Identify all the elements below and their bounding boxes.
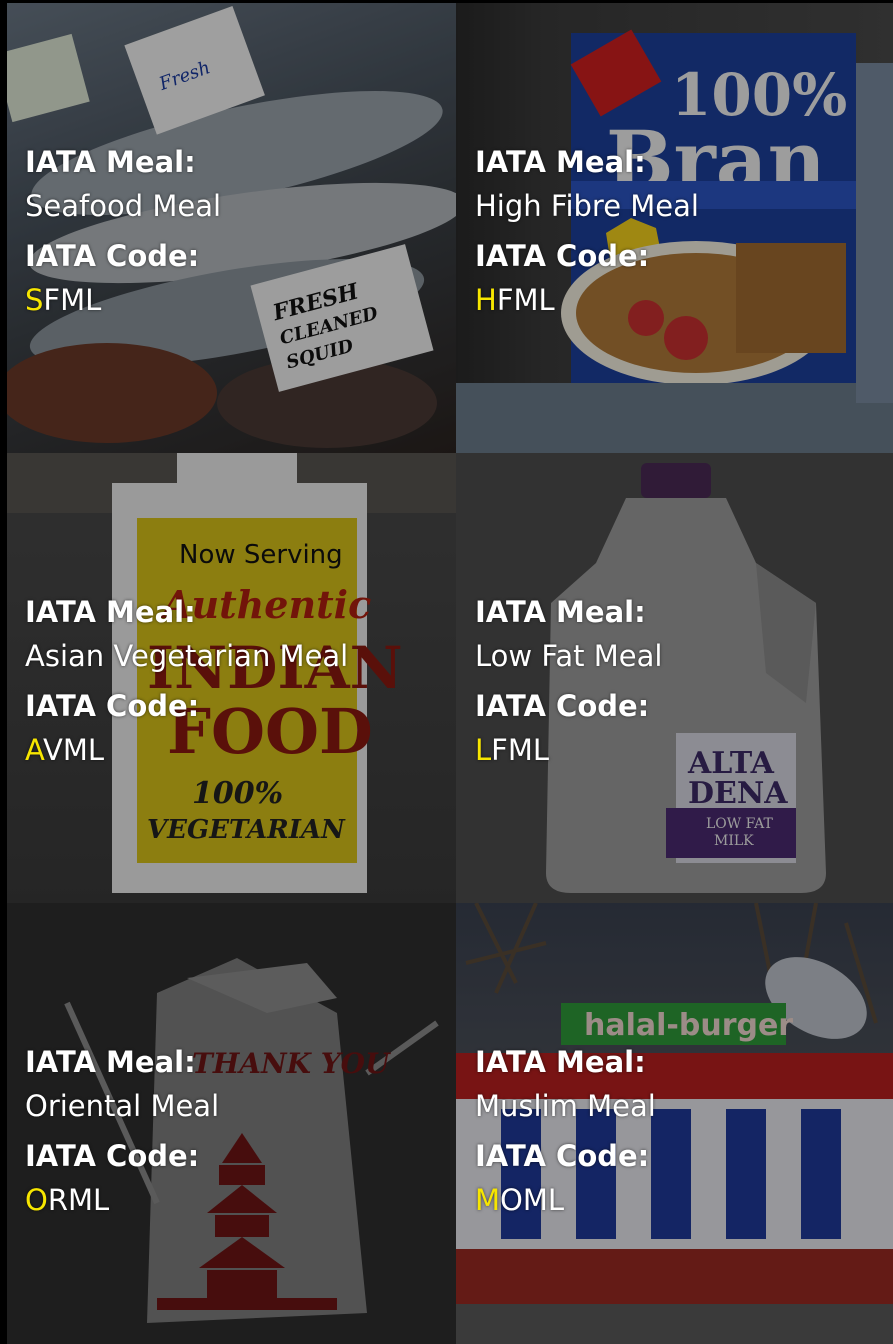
code-rest: OML: [500, 1183, 565, 1217]
meal-code: AVML: [25, 728, 348, 772]
meal-name: Low Fat Meal: [475, 639, 663, 673]
code-rest: VML: [42, 733, 105, 767]
code-first-letter: M: [475, 1183, 501, 1217]
meal-name: Seafood Meal: [25, 189, 222, 223]
meal-grid: Fresh FRESH CLEANED SQUID IATA Meal: Sea…: [7, 3, 893, 1344]
meal-name: Muslim Meal: [475, 1089, 656, 1123]
meal-name: High Fibre Meal: [475, 189, 699, 223]
meal-tile-seafood[interactable]: Fresh FRESH CLEANED SQUID IATA Meal: Sea…: [7, 3, 456, 453]
meal-name: Oriental Meal: [25, 1089, 220, 1123]
meal-code: ORML: [25, 1178, 219, 1222]
code-label: IATA Code:: [25, 689, 200, 723]
code-first-letter: S: [25, 283, 44, 317]
meal-tile-asian-vegetarian[interactable]: Now Serving Authentic INDIAN FOOD 100% V…: [7, 453, 456, 903]
code-rest: FML: [491, 733, 550, 767]
code-first-letter: L: [475, 733, 492, 767]
meal-caption: IATA Meal: High Fibre Meal IATA Code: HF…: [475, 140, 699, 322]
code-rest: FML: [43, 283, 102, 317]
code-first-letter: H: [475, 283, 497, 317]
meal-label: IATA Meal:: [475, 595, 646, 629]
meal-name: Asian Vegetarian Meal: [25, 639, 349, 673]
meal-label: IATA Meal:: [25, 145, 196, 179]
meal-label: IATA Meal:: [25, 595, 196, 629]
meal-caption: IATA Meal: Seafood Meal IATA Code: SFML: [25, 140, 221, 322]
code-first-letter: A: [25, 733, 43, 767]
code-first-letter: O: [25, 1183, 48, 1217]
code-rest: RML: [47, 1183, 110, 1217]
meal-caption: IATA Meal: Oriental Meal IATA Code: ORML: [25, 1040, 219, 1222]
meal-caption: IATA Meal: Muslim Meal IATA Code: MOML: [475, 1040, 656, 1222]
meal-code: SFML: [25, 278, 221, 322]
code-label: IATA Code:: [25, 239, 200, 273]
code-label: IATA Code:: [475, 1139, 650, 1173]
meal-tile-high-fibre[interactable]: 100% Bran IATA Meal: High Fibre Meal IAT…: [456, 3, 893, 453]
meal-tile-low-fat[interactable]: ALTA DENA LOW FAT MILK IATA Meal: Low Fa…: [456, 453, 893, 903]
meal-label: IATA Meal:: [25, 1045, 196, 1079]
code-label: IATA Code:: [25, 1139, 200, 1173]
meal-caption: IATA Meal: Low Fat Meal IATA Code: LFML: [475, 590, 662, 772]
meal-tile-muslim[interactable]: halal-burger IATA Meal: Muslim Meal IATA…: [456, 903, 893, 1344]
meal-code: LFML: [475, 728, 662, 772]
meal-label: IATA Meal:: [475, 1045, 646, 1079]
meal-label: IATA Meal:: [475, 145, 646, 179]
code-label: IATA Code:: [475, 239, 650, 273]
meal-caption: IATA Meal: Asian Vegetarian Meal IATA Co…: [25, 590, 348, 772]
meal-code: HFML: [475, 278, 699, 322]
meal-code: MOML: [475, 1178, 656, 1222]
meal-tile-oriental[interactable]: THANK YOU IATA Meal: Oriental Meal IATA …: [7, 903, 456, 1344]
code-label: IATA Code:: [475, 689, 650, 723]
code-rest: FML: [496, 283, 555, 317]
